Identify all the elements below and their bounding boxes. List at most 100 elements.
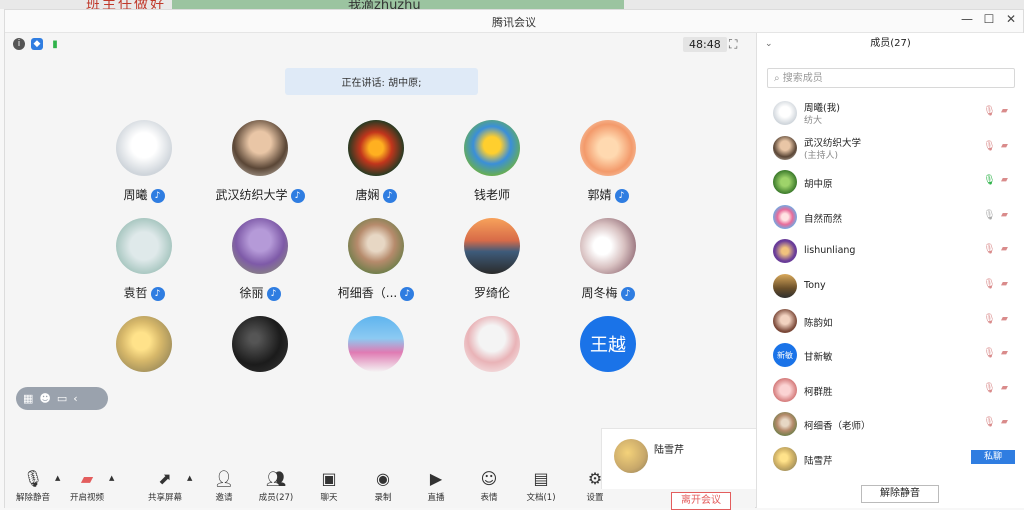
participant-tile[interactable]: 郭婧 ♪	[550, 120, 666, 220]
reactions-button[interactable]: ☺ 表情	[461, 469, 517, 503]
live-button[interactable]: ▶ 直播	[408, 469, 464, 503]
participant-name: 罗绮伦	[473, 286, 510, 300]
share-options-caret[interactable]: ▲	[187, 474, 192, 482]
video-off-icon[interactable]: ▰	[1001, 279, 1008, 289]
share-screen-label: 共享屏幕	[147, 493, 182, 503]
close-button[interactable]: ✕	[1001, 12, 1021, 26]
smile-icon: ☺	[480, 469, 498, 488]
video-off-icon[interactable]: ▰	[1001, 244, 1008, 254]
info-icon[interactable]: i	[13, 38, 25, 50]
video-options-caret[interactable]: ▲	[109, 474, 114, 482]
member-name: Tony	[804, 280, 826, 291]
video-off-icon[interactable]: ▰	[1001, 141, 1008, 151]
settings-button[interactable]: ⚙ 设置	[567, 469, 623, 503]
mic-icon[interactable]: 🎙︎	[983, 210, 996, 221]
participant-tile[interactable]: 袁哲 ♪	[86, 218, 202, 318]
collapse-left-icon[interactable]: ‹	[73, 392, 77, 405]
participant-avatar	[116, 316, 172, 372]
status-icons: i ◆ ▮	[13, 38, 61, 50]
member-search-input[interactable]: ⌕ 搜索成员	[767, 68, 1015, 88]
chat-bubble-icon[interactable]: ▭	[57, 392, 67, 405]
mic-muted-icon[interactable]: 🎙︎	[983, 244, 996, 255]
leave-meeting-button[interactable]: 离开会议	[671, 492, 731, 510]
member-row[interactable]: 周曦(我) 纺大 🎙︎ ▰	[757, 97, 1024, 129]
chevron-down-icon[interactable]: ⌄	[765, 33, 773, 55]
participant-tile[interactable]: 周曦 ♪	[86, 120, 202, 220]
mic-icon: ♪	[400, 286, 415, 301]
members-label: 成员(27)	[258, 493, 294, 503]
member-name: 甘新敏	[804, 352, 833, 364]
emoji-icon[interactable]: ☻	[39, 392, 50, 405]
panel-header: ⌄ 成员(27)	[757, 33, 1024, 55]
member-name: 胡中原	[804, 179, 833, 191]
participant-tile[interactable]: 钱老师	[434, 120, 550, 220]
member-row[interactable]: Tony 🎙︎ ▰	[757, 270, 1024, 302]
video-off-icon[interactable]: ▰	[1001, 383, 1008, 393]
member-avatar	[773, 308, 797, 333]
video-off-icon[interactable]: ▰	[1001, 175, 1008, 185]
shield-icon[interactable]: ◆	[31, 38, 43, 50]
participant-tile[interactable]: 王越	[550, 316, 666, 416]
participant-tile[interactable]: 罗绮伦	[434, 218, 550, 318]
private-chat-button[interactable]: 私聊	[971, 450, 1015, 464]
signal-icon[interactable]: ▮	[49, 38, 61, 50]
unmute-all-button[interactable]: 解除静音	[861, 485, 939, 503]
member-row[interactable]: lishunliang 🎙︎ ▰	[757, 235, 1024, 267]
mic-muted-icon[interactable]: 🎙︎	[983, 141, 996, 152]
participant-tile[interactable]: 周冬梅 ♪	[550, 218, 666, 318]
search-placeholder: 搜索成员	[782, 73, 823, 84]
mic-muted-icon[interactable]: 🎙︎	[983, 106, 996, 117]
participant-tile[interactable]: 唐娴 ♪	[318, 120, 434, 220]
mic-icon: ♪	[266, 286, 281, 301]
window-title: 腾讯会议	[492, 16, 536, 29]
layout-grid-icon[interactable]: ▦	[23, 392, 33, 405]
video-off-icon[interactable]: ▰	[1001, 106, 1008, 116]
mic-active-icon[interactable]: 🎙︎	[983, 175, 996, 186]
member-row[interactable]: 新敏 甘新敏 🎙︎ ▰	[757, 339, 1024, 371]
member-row[interactable]: 陈韵如 🎙︎ ▰	[757, 305, 1024, 337]
participant-tile[interactable]: 武汉纺织大学 ♪	[202, 120, 318, 220]
video-off-icon[interactable]: ▰	[1001, 348, 1008, 358]
member-row[interactable]: 自然而然 🎙︎ ▰	[757, 201, 1024, 233]
video-off-icon[interactable]: ▰	[1001, 210, 1008, 220]
mic-muted-icon[interactable]: 🎙︎	[983, 383, 996, 394]
minimize-button[interactable]: —	[957, 12, 977, 26]
record-button[interactable]: ◉ 录制	[355, 469, 411, 503]
mic-muted-icon[interactable]: 🎙︎	[983, 279, 996, 290]
invite-button[interactable]: 👤︎ 邀请	[196, 469, 252, 503]
record-icon: ◉	[376, 469, 390, 488]
unmute-button[interactable]: 🎙︎ 解除静音	[5, 469, 61, 503]
member-row[interactable]: 胡中原 🎙︎ ▰	[757, 166, 1024, 198]
mic-muted-icon[interactable]: 🎙︎	[983, 417, 996, 428]
mic-muted-icon[interactable]: 🎙︎	[983, 314, 996, 325]
maximize-button[interactable]: ☐	[979, 12, 999, 26]
member-avatar	[773, 170, 797, 195]
fullscreen-icon[interactable]: ⛶	[729, 37, 737, 52]
member-row[interactable]: 柯细香（老师） 🎙︎ ▰	[757, 408, 1024, 440]
participant-tile[interactable]	[434, 316, 550, 416]
start-video-button[interactable]: ▰ 开启视频	[59, 469, 115, 503]
video-off-icon: ▰	[80, 469, 94, 488]
member-avatar	[773, 239, 797, 264]
share-screen-button[interactable]: ⬈ 共享屏幕	[137, 469, 193, 503]
local-name: 陆雪芹	[654, 445, 684, 456]
chat-button[interactable]: ▣ 聊天	[301, 469, 357, 503]
participant-tile[interactable]	[202, 316, 318, 416]
participant-tile[interactable]: 徐丽 ♪	[202, 218, 318, 318]
live-label: 直播	[427, 493, 445, 503]
participant-name-row: 周冬梅 ♪	[550, 284, 666, 301]
participant-avatar	[348, 316, 404, 372]
video-off-icon[interactable]: ▰	[1001, 417, 1008, 427]
participant-tile[interactable]	[318, 316, 434, 416]
participant-tile[interactable]: 柯细香（... ♪	[318, 218, 434, 318]
mic-muted-icon[interactable]: 🎙︎	[983, 348, 996, 359]
member-row[interactable]: 柯群胜 🎙︎ ▰	[757, 374, 1024, 406]
video-off-icon[interactable]: ▰	[1001, 314, 1008, 324]
participant-avatar	[464, 120, 520, 176]
record-label: 录制	[374, 493, 392, 503]
member-initials: 新敏	[777, 350, 793, 360]
chat-label: 聊天	[320, 493, 338, 503]
member-row[interactable]: 武汉纺织大学 (主持人) 🎙︎ ▰	[757, 132, 1024, 164]
docs-button[interactable]: ▤ 文档(1)	[513, 469, 569, 503]
members-button[interactable]: 👥︎ 成员(27)	[248, 469, 304, 503]
